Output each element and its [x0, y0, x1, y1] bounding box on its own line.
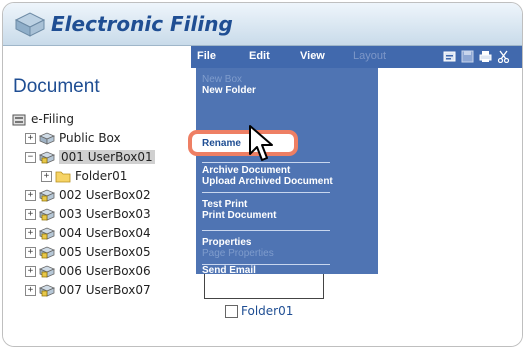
locked-box-icon [39, 151, 55, 164]
tree-item-label: Public Box [59, 131, 121, 145]
tree-item-userbox06[interactable]: + 006 UserBox06 [25, 262, 151, 280]
tree-item-label: 001 UserBox01 [59, 150, 155, 164]
tree-item-label: 002 UserBox02 [59, 188, 151, 202]
folder-checkbox[interactable] [225, 304, 238, 318]
box-logo-icon [14, 12, 46, 37]
tree-item-userbox07[interactable]: + 007 UserBox07 [25, 281, 151, 299]
content-pane: File Edit View Layout Folder01 New Box N… [188, 46, 522, 346]
tree-item-label: 007 UserBox07 [59, 283, 151, 297]
expand-toggle[interactable]: + [25, 265, 36, 277]
efiling-icon [12, 114, 26, 126]
locked-box-icon [39, 189, 55, 202]
tree-item-userbox03[interactable]: + 003 UserBox03 [25, 205, 151, 223]
tree-item-public-box[interactable]: + Public Box [25, 129, 121, 147]
tree-item-userbox01[interactable]: − 001 UserBox01 [25, 148, 155, 166]
scissors-icon[interactable] [497, 50, 510, 63]
tree-item-label: 004 UserBox04 [59, 226, 151, 240]
menu-separator [202, 230, 330, 231]
menu-item-upload-archived-document[interactable]: Upload Archived Document [202, 176, 333, 187]
tree-item-label: 006 UserBox06 [59, 264, 151, 278]
locked-box-icon [39, 265, 55, 278]
expand-toggle[interactable]: + [25, 246, 36, 258]
tree-item-efiling[interactable]: e-Filing [11, 110, 74, 128]
app-window: Electronic Filing Document e-Filing + Pu… [2, 2, 523, 347]
content-folder-item[interactable]: Folder01 [225, 304, 293, 318]
menu-item-new-box[interactable]: New Box [202, 74, 242, 85]
menu-file[interactable]: File [197, 50, 216, 62]
printer-icon[interactable] [479, 50, 492, 63]
menu-item-page-properties[interactable]: Page Properties [202, 248, 274, 259]
locked-box-icon [39, 246, 55, 259]
menu-edit[interactable]: Edit [249, 50, 270, 62]
tree-item-userbox04[interactable]: + 004 UserBox04 [25, 224, 151, 242]
expand-toggle[interactable]: + [25, 189, 36, 201]
file-menu-dropdown: New Box New Folder Rename Archive Docume… [188, 68, 378, 276]
menu-item-new-folder[interactable]: New Folder [202, 85, 256, 96]
tree-item-label: Folder01 [75, 169, 128, 183]
left-pane: Document e-Filing + Public Box − 001 Use… [3, 46, 191, 346]
header-bar: Electronic Filing [3, 3, 522, 46]
tree-item-label: 005 UserBox05 [59, 245, 151, 259]
expand-toggle[interactable]: + [25, 132, 36, 144]
locked-box-icon [39, 208, 55, 221]
tree-item-label: e-Filing [31, 112, 74, 126]
expand-toggle[interactable]: + [41, 170, 52, 182]
collapse-toggle[interactable]: − [25, 151, 36, 163]
menu-view[interactable]: View [300, 50, 325, 62]
tree-item-userbox02[interactable]: + 002 UserBox02 [25, 186, 151, 204]
expand-toggle[interactable]: + [25, 208, 36, 220]
menu-item-test-print[interactable]: Test Print [202, 199, 247, 210]
menu-item-rename[interactable]: Rename [202, 138, 241, 149]
expand-toggle[interactable]: + [25, 227, 36, 239]
menu-bar: File Edit View Layout [191, 46, 522, 68]
menu-item-properties[interactable]: Properties [202, 237, 251, 248]
locked-box-icon [39, 284, 55, 297]
expand-toggle[interactable]: + [25, 284, 36, 296]
clipboard-icon[interactable] [443, 50, 456, 63]
app-title: Electronic Filing [51, 12, 233, 36]
floppy-disk-icon[interactable] [461, 50, 474, 63]
tree-item-folder01[interactable]: + Folder01 [41, 167, 127, 185]
menu-item-print-document[interactable]: Print Document [202, 210, 276, 221]
folder-icon [55, 171, 71, 183]
locked-box-icon [39, 227, 55, 240]
tree-item-userbox05[interactable]: + 005 UserBox05 [25, 243, 151, 261]
pane-title: Document [13, 76, 100, 97]
menu-item-archive-document[interactable]: Archive Document [202, 165, 290, 176]
folder-label: Folder01 [241, 304, 294, 318]
menu-item-send-email[interactable]: Send Email [202, 265, 256, 276]
mouse-pointer-icon [249, 125, 273, 161]
menu-layout[interactable]: Layout [353, 50, 386, 62]
box-icon [39, 132, 55, 145]
tree-item-label: 003 UserBox03 [59, 207, 151, 221]
menu-separator [202, 192, 330, 193]
